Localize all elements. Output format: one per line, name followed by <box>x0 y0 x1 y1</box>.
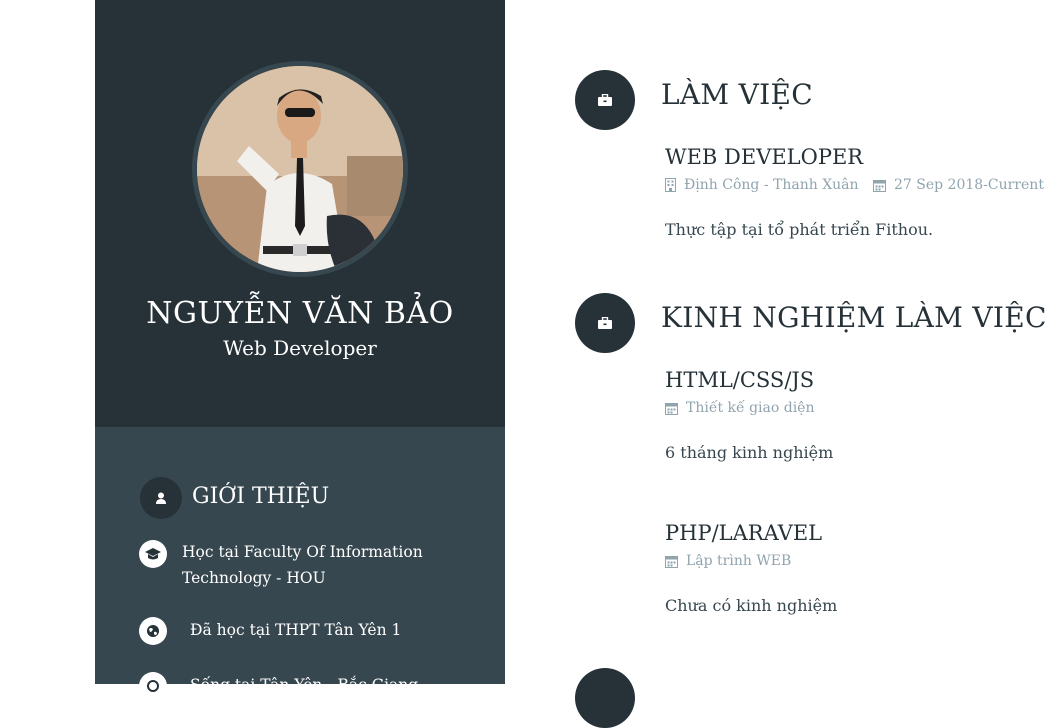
intro-item-residence: Sống tại Tân Yên - Bắc Giang <box>190 676 419 694</box>
building-icon <box>665 178 676 192</box>
experience-item-title: PHP/LARAVEL <box>665 521 823 545</box>
intro-item-line: Học tại Faculty Of Information <box>182 543 423 561</box>
calendar-icon <box>665 402 678 415</box>
location-icon <box>139 672 167 700</box>
sidebar: NGUYỄN VĂN BẢO Web Developer GIỚI THIỆU … <box>95 0 505 700</box>
experience-item-description: 6 tháng kinh nghiệm <box>665 443 834 462</box>
work-item-location: Định Công - Thanh Xuân <box>665 177 859 193</box>
user-icon <box>156 492 166 504</box>
experience-item-tag-text: Thiết kế giao diện <box>686 400 815 416</box>
briefcase-icon <box>598 94 612 106</box>
calendar-icon <box>873 179 886 192</box>
briefcase-icon <box>598 317 612 329</box>
avatar <box>192 61 408 277</box>
avatar-photo <box>197 66 403 272</box>
work-item-location-text: Định Công - Thanh Xuân <box>684 177 859 193</box>
intro-title: GIỚI THIỆU <box>192 484 330 509</box>
profile-name: NGUYỄN VĂN BẢO <box>146 296 454 331</box>
experience-title: KINH NGHIỆM LÀM VIỆC <box>661 301 1047 334</box>
intro-item-education: Học tại Faculty Of Information Technolog… <box>182 539 482 591</box>
intro-item-highschool: Đã học tại THPT Tân Yên 1 <box>190 621 402 639</box>
work-item-title: WEB DEVELOPER <box>665 145 864 169</box>
work-section-icon <box>575 70 635 130</box>
experience-item-tag-text: Lập trình WEB <box>686 553 792 569</box>
experience-item-description: Chưa có kinh nghiệm <box>665 596 838 615</box>
graduation-cap-icon <box>139 540 167 568</box>
globe-icon <box>139 617 167 645</box>
experience-item-title: HTML/CSS/JS <box>665 368 815 392</box>
work-item-date-text: 27 Sep 2018-Current <box>894 177 1044 193</box>
work-item-date: 27 Sep 2018-Current <box>873 177 1044 193</box>
experience-section-icon <box>575 293 635 353</box>
work-item-description: Thực tập tại tổ phát triển Fithou. <box>665 220 934 239</box>
profile-role: Web Developer <box>223 336 377 360</box>
intro-item-line: Technology - HOU <box>182 569 326 587</box>
intro-section-icon <box>140 477 182 519</box>
experience-item-tag: Thiết kế giao diện <box>665 400 814 416</box>
calendar-icon <box>665 555 678 568</box>
experience-item-tag: Lập trình WEB <box>665 553 791 569</box>
next-section-icon <box>575 668 635 728</box>
work-title: LÀM VIỆC <box>661 78 813 111</box>
profile-header: NGUYỄN VĂN BẢO Web Developer <box>95 0 505 427</box>
